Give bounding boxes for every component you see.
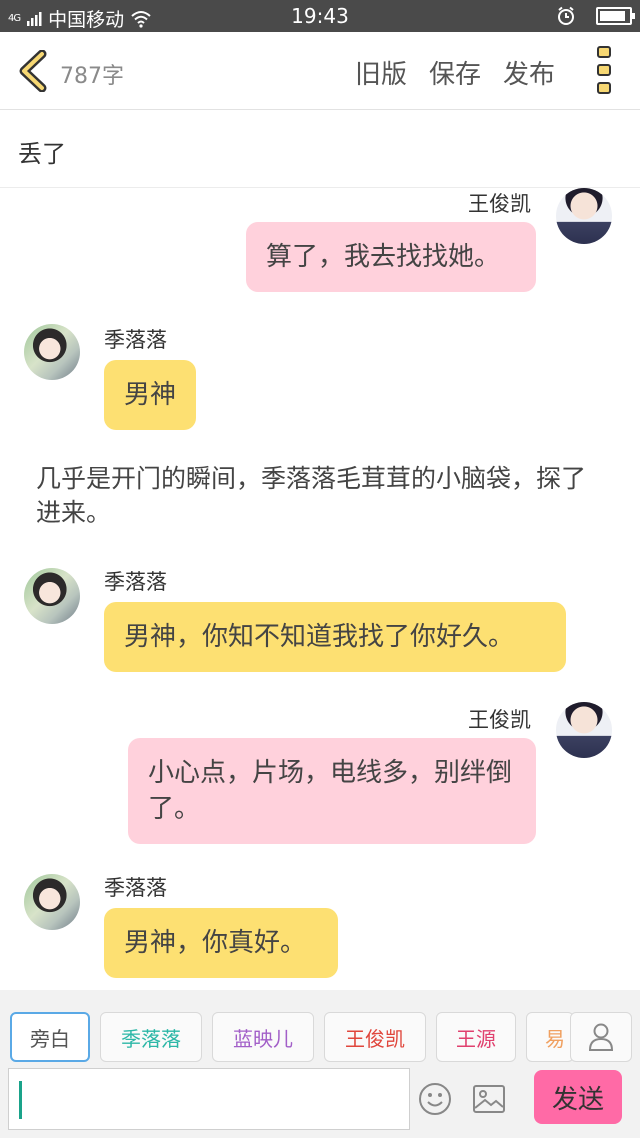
chevron-left-icon — [19, 49, 47, 93]
role-label: 王源 — [456, 1026, 496, 1051]
clock: 19:43 — [291, 4, 349, 28]
battery-icon — [596, 7, 635, 25]
speaker-name: 季落落 — [104, 328, 167, 352]
send-button[interactable]: 发送 — [534, 1070, 622, 1124]
speaker-name: 季落落 — [104, 876, 167, 900]
message-bubble[interactable]: 小心点，片场，电线多，别绊倒了。 — [128, 738, 536, 844]
speaker-name: 王俊凯 — [468, 708, 531, 732]
role-tab-wang-yuan[interactable]: 王源 — [436, 1012, 516, 1062]
battery-level — [600, 11, 625, 21]
message-bubble[interactable]: 算了，我去找找她。 — [246, 222, 536, 292]
chapter-title: 丢了 — [18, 140, 66, 168]
word-count: 787字 — [60, 64, 124, 89]
role-tab-wang-junkai[interactable]: 王俊凯 — [324, 1012, 426, 1062]
status-right — [556, 6, 635, 26]
speaker-name: 季落落 — [104, 570, 167, 594]
message-bubble[interactable]: 男神，你知不知道我找了你好久。 — [104, 602, 566, 672]
alarm-icon — [558, 6, 574, 25]
avatar[interactable] — [24, 874, 80, 930]
editor-screen: 4G 中国移动 19:43 787字 旧版 保存 发布 丢了 王俊凯 算了，我去… — [0, 0, 640, 1138]
save-button[interactable]: 保存 — [429, 54, 481, 91]
chapter-title-field[interactable]: 丢了 — [0, 110, 640, 188]
role-label: 王俊凯 — [345, 1026, 405, 1051]
status-bar: 4G 中国移动 19:43 — [0, 0, 640, 32]
avatar[interactable] — [556, 188, 612, 244]
smile-icon — [419, 1083, 451, 1115]
old-version-button[interactable]: 旧版 — [355, 54, 407, 91]
speaker-name: 王俊凯 — [468, 192, 531, 216]
back-button[interactable] — [16, 49, 52, 93]
story-chat-area[interactable]: 王俊凯 算了，我去找找她。 季落落 男神 几乎是开门的瞬间，季落落毛茸茸的小脑袋… — [0, 188, 640, 990]
avatar[interactable] — [24, 568, 80, 624]
role-selector: 旁白 季落落 蓝映儿 王俊凯 王源 易 — [0, 990, 640, 1064]
role-tab-narrator[interactable]: 旁白 — [10, 1012, 90, 1062]
editor-toolbar: 787字 旧版 保存 发布 — [0, 32, 640, 110]
more-vertical-icon — [594, 46, 614, 94]
manage-roles-button[interactable] — [570, 1012, 632, 1062]
narration-text[interactable]: 几乎是开门的瞬间，季落落毛茸茸的小脑袋，探了进来。 — [36, 462, 606, 530]
publish-button[interactable]: 发布 — [503, 54, 555, 91]
role-label: 旁白 — [30, 1026, 70, 1051]
avatar[interactable] — [24, 324, 80, 380]
role-label: 易 — [545, 1026, 565, 1051]
role-tab-ji-luoluo[interactable]: 季落落 — [100, 1012, 202, 1062]
role-tab-lan-yinger[interactable]: 蓝映儿 — [212, 1012, 314, 1062]
role-label: 蓝映儿 — [233, 1026, 293, 1051]
image-icon — [473, 1085, 505, 1113]
image-button[interactable] — [472, 1084, 506, 1114]
message-input[interactable] — [8, 1068, 410, 1130]
text-cursor — [19, 1081, 22, 1119]
role-tab-yi[interactable]: 易 — [526, 1012, 574, 1062]
message-bubble[interactable]: 男神 — [104, 360, 196, 430]
more-button[interactable] — [594, 46, 614, 98]
input-bar: 发送 — [0, 1064, 640, 1138]
avatar[interactable] — [556, 702, 612, 758]
message-bubble[interactable]: 男神，你真好。 — [104, 908, 338, 978]
emoji-button[interactable] — [418, 1082, 452, 1116]
user-icon — [588, 1023, 614, 1051]
role-label: 季落落 — [121, 1026, 181, 1051]
